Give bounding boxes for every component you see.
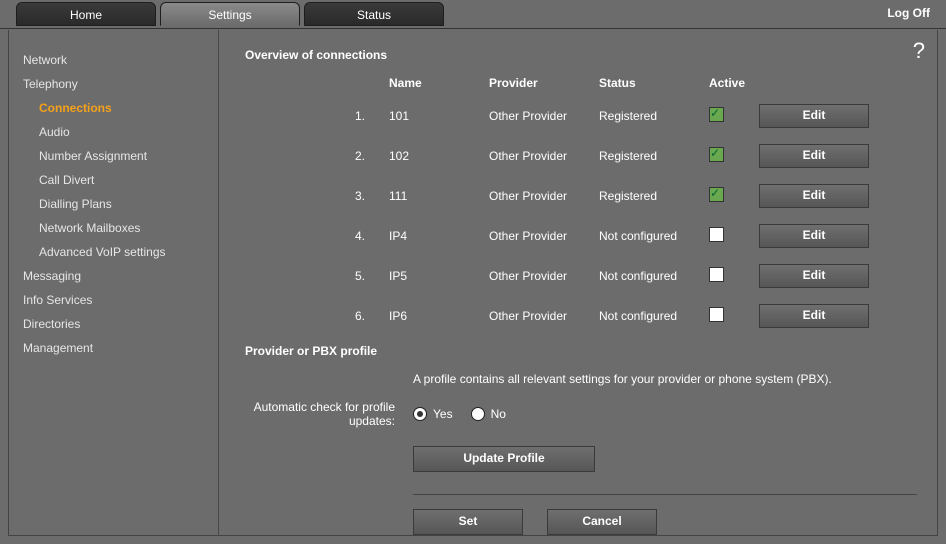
radio-no-label: No: [491, 407, 506, 421]
sidebar-item-advanced-voip[interactable]: Advanced VoIP settings: [23, 240, 214, 264]
row-status: Registered: [599, 149, 709, 163]
sidebar-item-network[interactable]: Network: [23, 48, 214, 72]
row-status: Not configured: [599, 309, 709, 323]
sidebar-item-directories[interactable]: Directories: [23, 312, 214, 336]
content-area: ? Network Telephony Connections Audio Nu…: [8, 30, 938, 536]
tab-strip: Home Settings Status Log Off: [0, 0, 946, 29]
radio-yes[interactable]: Yes: [413, 407, 453, 421]
table-row: 6.IP6Other ProviderNot configured Edit: [245, 304, 917, 328]
table-row: 2.102Other ProviderRegistered Edit: [245, 144, 917, 168]
active-checkbox[interactable]: [709, 227, 724, 242]
logoff-link[interactable]: Log Off: [887, 6, 930, 20]
edit-button[interactable]: Edit: [759, 224, 869, 248]
sidebar-item-audio[interactable]: Audio: [23, 120, 214, 144]
tab-settings[interactable]: Settings: [160, 2, 300, 26]
help-icon[interactable]: ?: [913, 38, 925, 64]
active-checkbox[interactable]: [709, 187, 724, 202]
row-name: IP5: [389, 269, 489, 283]
row-status: Registered: [599, 109, 709, 123]
profile-description: A profile contains all relevant settings…: [413, 372, 917, 386]
row-name: 101: [389, 109, 489, 123]
edit-button[interactable]: Edit: [759, 144, 869, 168]
row-status: Registered: [599, 189, 709, 203]
row-index: 6.: [245, 309, 389, 323]
row-name: 102: [389, 149, 489, 163]
row-status: Not configured: [599, 269, 709, 283]
active-checkbox[interactable]: [709, 107, 724, 122]
row-provider: Other Provider: [489, 229, 599, 243]
table-row: 3.111Other ProviderRegistered Edit: [245, 184, 917, 208]
table-row: 5.IP5Other ProviderNot configured Edit: [245, 264, 917, 288]
table-row: 1.101Other ProviderRegistered Edit: [245, 104, 917, 128]
tab-status[interactable]: Status: [304, 2, 444, 26]
cancel-button[interactable]: Cancel: [547, 509, 657, 535]
active-checkbox[interactable]: [709, 147, 724, 162]
row-name: IP6: [389, 309, 489, 323]
row-index: 4.: [245, 229, 389, 243]
active-checkbox[interactable]: [709, 267, 724, 282]
section-title-overview: Overview of connections: [245, 48, 917, 62]
radio-dot-icon: [413, 407, 427, 421]
app-root: Home Settings Status Log Off ? Network T…: [0, 0, 946, 544]
edit-button[interactable]: Edit: [759, 264, 869, 288]
col-header-provider: Provider: [489, 76, 599, 90]
set-button[interactable]: Set: [413, 509, 523, 535]
button-bar: Set Cancel: [413, 494, 917, 535]
auto-check-label: Automatic check for profile updates:: [245, 400, 413, 428]
connections-table: Name Provider Status Active 1.101Other P…: [245, 76, 917, 328]
row-index: 1.: [245, 109, 389, 123]
col-header-name: Name: [389, 76, 489, 90]
sidebar-item-connections[interactable]: Connections: [23, 96, 214, 120]
col-header-active: Active: [709, 76, 759, 90]
edit-button[interactable]: Edit: [759, 304, 869, 328]
row-index: 5.: [245, 269, 389, 283]
row-status: Not configured: [599, 229, 709, 243]
row-name: 111: [389, 189, 489, 203]
edit-button[interactable]: Edit: [759, 104, 869, 128]
row-name: IP4: [389, 229, 489, 243]
table-header: Name Provider Status Active: [245, 76, 917, 90]
row-provider: Other Provider: [489, 269, 599, 283]
sidebar-item-call-divert[interactable]: Call Divert: [23, 168, 214, 192]
sidebar-item-info-services[interactable]: Info Services: [23, 288, 214, 312]
main-panel: Overview of connections Name Provider St…: [219, 30, 937, 535]
row-index: 2.: [245, 149, 389, 163]
sidebar-item-management[interactable]: Management: [23, 336, 214, 360]
sidebar-item-number-assignment[interactable]: Number Assignment: [23, 144, 214, 168]
radio-dot-icon: [471, 407, 485, 421]
sidebar: Network Telephony Connections Audio Numb…: [9, 30, 219, 535]
row-index: 3.: [245, 189, 389, 203]
table-row: 4.IP4Other ProviderNot configured Edit: [245, 224, 917, 248]
radio-no[interactable]: No: [471, 407, 506, 421]
provider-profile-section: Provider or PBX profile A profile contai…: [245, 344, 917, 535]
col-header-status: Status: [599, 76, 709, 90]
row-provider: Other Provider: [489, 109, 599, 123]
sidebar-item-messaging[interactable]: Messaging: [23, 264, 214, 288]
radio-yes-label: Yes: [433, 407, 453, 421]
row-provider: Other Provider: [489, 309, 599, 323]
sidebar-item-dialling-plans[interactable]: Dialling Plans: [23, 192, 214, 216]
tab-home[interactable]: Home: [16, 2, 156, 26]
row-provider: Other Provider: [489, 189, 599, 203]
edit-button[interactable]: Edit: [759, 184, 869, 208]
section-title-profile: Provider or PBX profile: [245, 344, 917, 358]
update-profile-button[interactable]: Update Profile: [413, 446, 595, 472]
sidebar-item-network-mailboxes[interactable]: Network Mailboxes: [23, 216, 214, 240]
active-checkbox[interactable]: [709, 307, 724, 322]
row-provider: Other Provider: [489, 149, 599, 163]
sidebar-item-telephony[interactable]: Telephony: [23, 72, 214, 96]
